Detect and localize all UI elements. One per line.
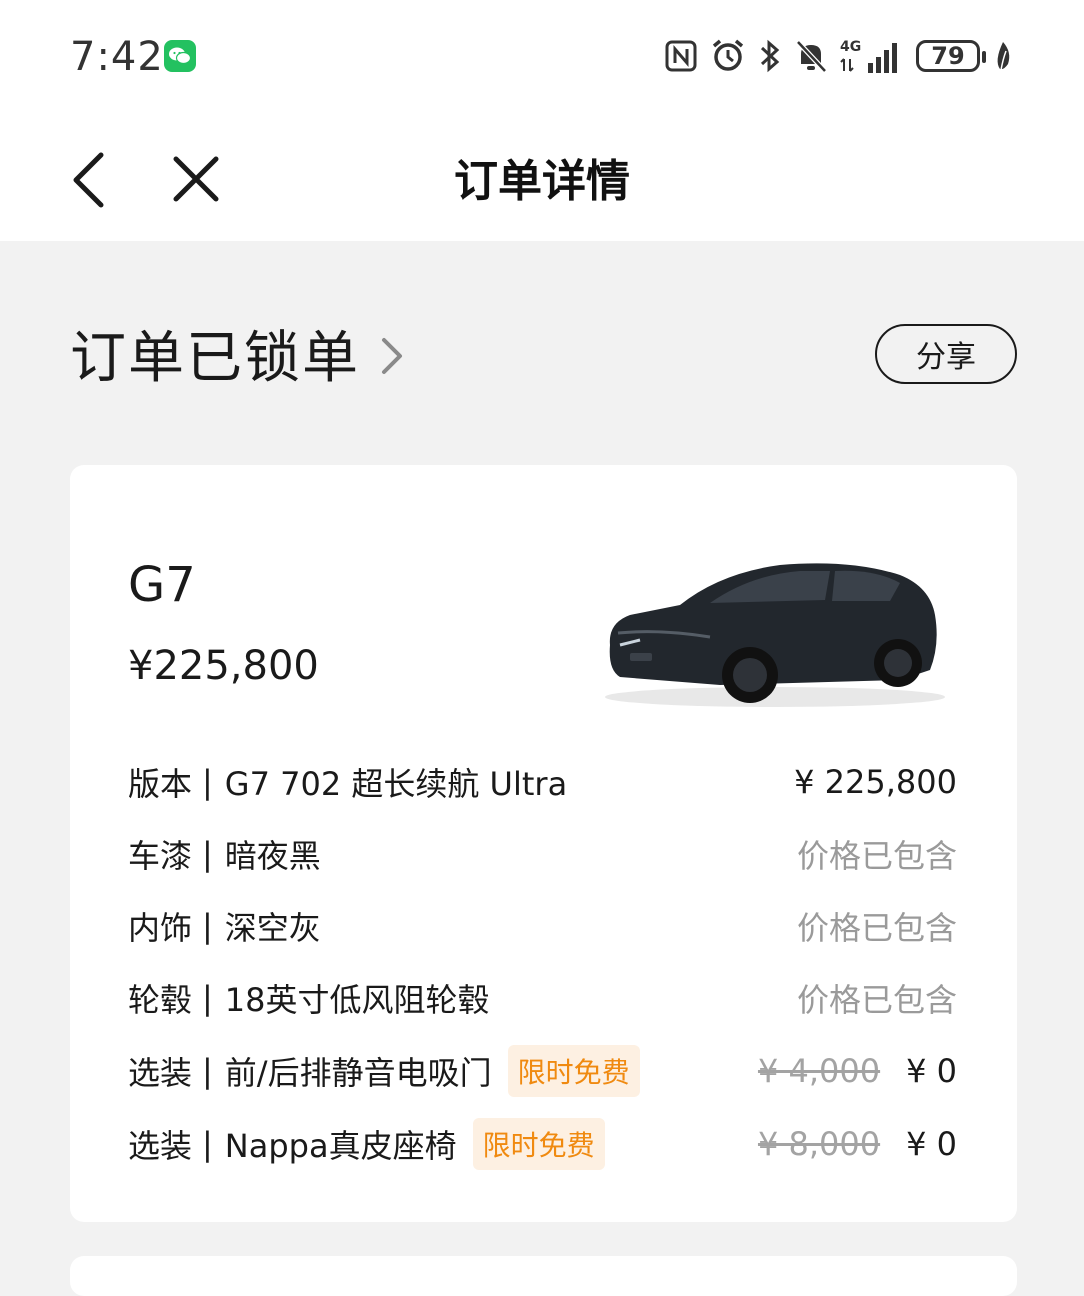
wechat-icon — [164, 40, 196, 72]
signal-icon: 4G — [840, 39, 897, 73]
spec-separator: | — [202, 907, 213, 945]
order-card: G7 ¥225,800 版本 | G7 702 超长续航 Ultra ¥ 225… — [70, 465, 1017, 1222]
spec-row-interior: 内饰 | 深空灰 价格已包含 — [128, 896, 957, 956]
alarm-icon — [712, 39, 744, 71]
spec-price-group: ¥ 4,000 ¥ 0 — [758, 1052, 957, 1090]
spec-separator: | — [202, 1052, 213, 1090]
model-price: ¥225,800 — [128, 643, 319, 689]
next-card — [70, 1256, 1017, 1296]
status-time: 7:42 — [70, 34, 164, 80]
spec-row-option-doors: 选装 | 前/后排静音电吸门 限时免费 ¥ 4,000 ¥ 0 — [128, 1041, 957, 1101]
order-status-label: 订单已锁单 — [70, 325, 360, 391]
spec-separator: | — [202, 979, 213, 1017]
spec-separator: | — [202, 763, 213, 801]
spec-price: ¥ 225,800 — [794, 763, 957, 801]
spec-separator: | — [202, 835, 213, 873]
spec-price: ¥ 0 — [906, 1052, 957, 1090]
spec-value: G7 702 超长续航 Ultra — [224, 765, 568, 803]
spec-price-group: 价格已包含 — [797, 831, 957, 877]
promo-badge: 限时免费 — [507, 1045, 640, 1097]
spec-price-group: ¥ 8,000 ¥ 0 — [758, 1125, 957, 1163]
battery-icon: 79 — [916, 40, 986, 72]
spec-value: Nappa真皮座椅 — [224, 1127, 457, 1165]
spec-price: ¥ 0 — [906, 1125, 957, 1163]
spec-category: 版本 — [128, 765, 193, 803]
spec-value: 暗夜黑 — [224, 837, 321, 875]
spec-row-paint: 车漆 | 暗夜黑 价格已包含 — [128, 824, 957, 884]
spec-row-version: 版本 | G7 702 超长续航 Ultra ¥ 225,800 — [128, 752, 957, 812]
spec-row-wheels: 轮毂 | 18英寸低风阻轮毂 价格已包含 — [128, 968, 957, 1028]
nfc-icon — [665, 40, 697, 72]
chevron-right-icon — [382, 338, 402, 374]
order-status[interactable]: 订单已锁单 — [70, 318, 404, 391]
spec-price-group: ¥ 225,800 — [794, 763, 957, 801]
spec-price-group: 价格已包含 — [797, 975, 957, 1021]
spec-category: 车漆 — [128, 837, 193, 875]
spec-row-option-seats: 选装 | Nappa真皮座椅 限时免费 ¥ 8,000 ¥ 0 — [128, 1114, 957, 1174]
original-price: ¥ 8,000 — [757, 1125, 881, 1163]
spec-price-group: 价格已包含 — [797, 903, 957, 949]
spec-category: 选装 — [128, 1127, 193, 1165]
leaf-icon — [997, 42, 1010, 71]
spec-price: 价格已包含 — [796, 837, 957, 875]
status-icons: 4G 79 — [664, 36, 1014, 76]
spec-separator: | — [202, 1125, 213, 1163]
spec-value: 深空灰 — [224, 909, 321, 947]
promo-badge: 限时免费 — [472, 1118, 605, 1170]
model-name: G7 — [128, 557, 196, 613]
page-title: 订单详情 — [454, 156, 630, 207]
spec-category: 内饰 — [128, 909, 193, 947]
status-bar: 7:42 4G 79 — [0, 0, 1084, 115]
spec-value: 前/后排静音电吸门 — [224, 1054, 492, 1092]
car-image — [605, 563, 945, 707]
spec-price: 价格已包含 — [796, 981, 957, 1019]
mute-icon — [796, 40, 827, 73]
spec-category: 选装 — [128, 1054, 193, 1092]
svg-text:4G: 4G — [840, 39, 861, 55]
spec-price: 价格已包含 — [796, 909, 957, 947]
nav-bar: 订单详情 — [0, 115, 1084, 241]
share-button[interactable]: 分享 — [875, 324, 1017, 384]
battery-level: 79 — [931, 42, 965, 70]
bluetooth-icon — [760, 39, 780, 73]
spec-category: 轮毂 — [128, 981, 193, 1019]
spec-value: 18英寸低风阻轮毂 — [224, 981, 490, 1019]
original-price: ¥ 4,000 — [757, 1052, 881, 1090]
